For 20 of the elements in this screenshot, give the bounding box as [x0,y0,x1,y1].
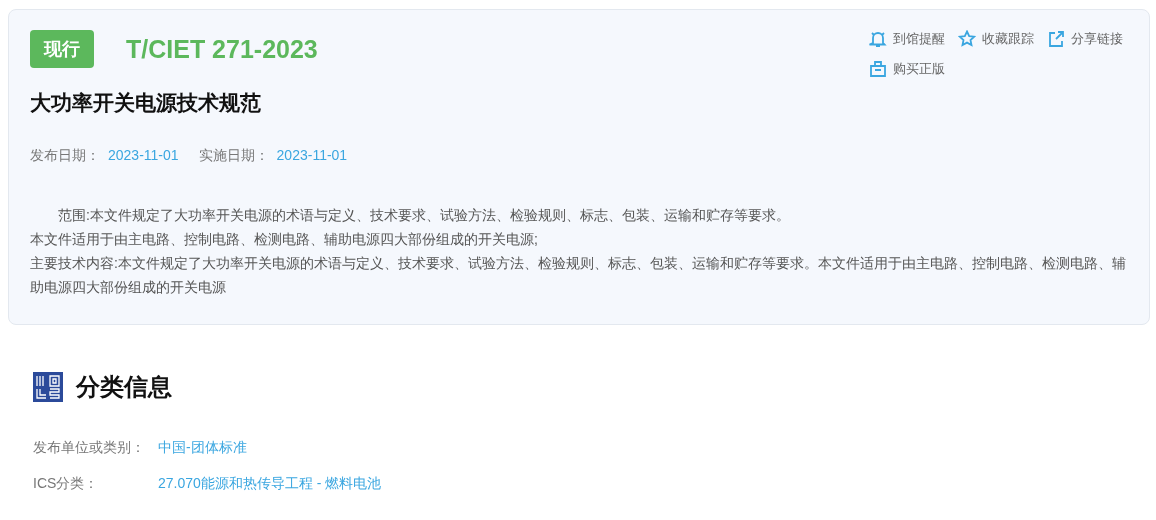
action-link[interactable]: 到馆提醒 [869,30,945,48]
status-badge: 现行 [30,30,94,68]
star-icon [958,30,976,48]
description-text: 范围:本文件规定了大功率开关电源的术语与定义、技术要求、试验方法、检验规则、标志、包装、运输和贮存等要求。 [57,206,791,225]
date-label: 实施日期： [198,147,269,165]
bell-icon [869,30,887,48]
standard-title: 大功率开关电源技术规范 [30,90,262,116]
bag-icon [869,60,887,78]
action-link[interactable]: 收藏跟踪 [958,30,1034,48]
description-text: 主要技术内容:本文件规定了大功率开关电源的术语与定义、技术要求、试验方法、检验规则、标志、包装、运输和贮存等要求。本文件适用于由主电路、控制电路、检测电路、辅助电源四大部份组成的开关电源 [30,254,1127,297]
description-text: 本文件适用于由主电路、控制电路、检测电路、辅助电源四大部份组成的开关电源; [30,230,539,249]
info-label: ICS分类： [33,475,100,493]
action-link[interactable]: 分享链接 [1047,30,1123,48]
info-label: 发布单位或类别： [33,439,146,457]
share-icon [1047,30,1065,48]
action-link[interactable]: 购买正版 [869,60,945,78]
date-label: 发布日期： [30,147,100,165]
standard-code: T/CIET 271-2023 [126,34,318,64]
logo-icon [33,372,63,402]
section-title: 分类信息 [76,372,172,402]
